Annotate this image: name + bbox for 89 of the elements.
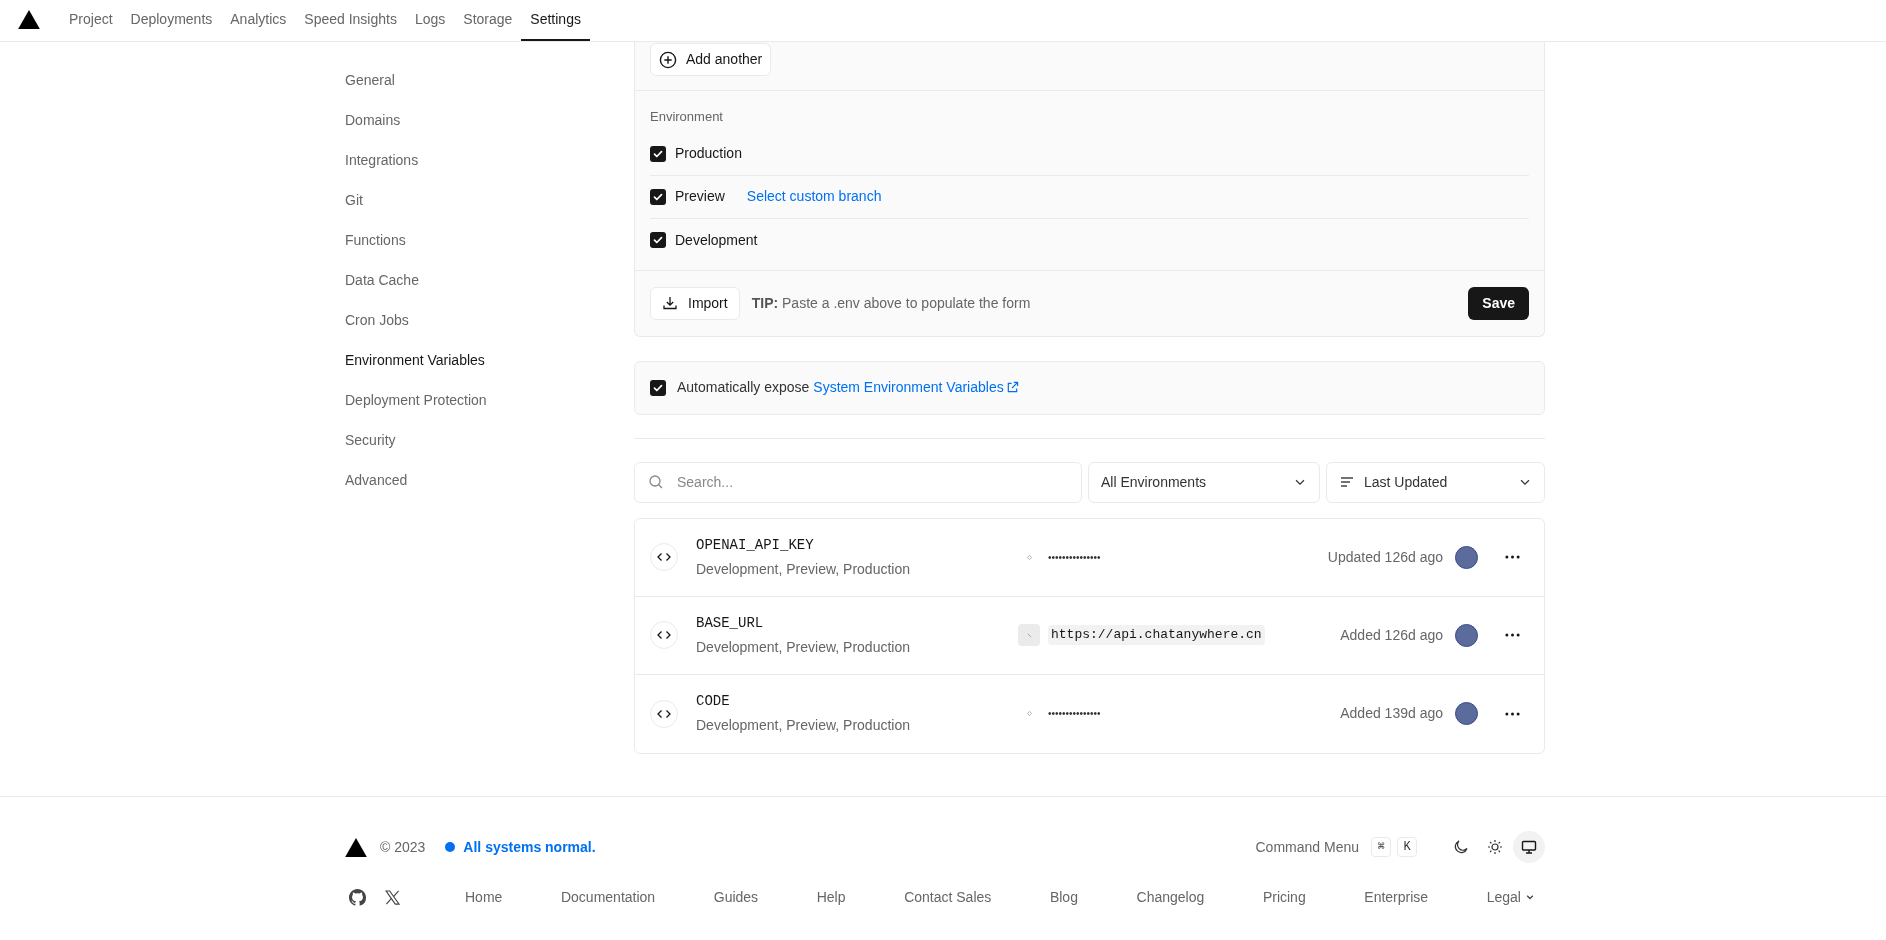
variable-name: BASE_URL bbox=[696, 613, 765, 633]
nav-tab[interactable]: Project bbox=[60, 0, 122, 41]
footer-link[interactable]: Contact Sales bbox=[904, 886, 992, 908]
variable-value: https://api.chatanywhere.cn bbox=[1048, 625, 1265, 645]
save-button[interactable]: Save bbox=[1468, 286, 1529, 320]
sidebar-item[interactable]: Security bbox=[345, 429, 396, 451]
checkbox[interactable] bbox=[650, 232, 666, 248]
slash-icon bbox=[1026, 632, 1032, 638]
checkbox-label: Development bbox=[675, 230, 758, 250]
sort-lines-icon bbox=[1339, 474, 1355, 490]
footer-link[interactable]: Blog bbox=[1049, 886, 1078, 908]
footer-link[interactable]: Home bbox=[465, 886, 503, 908]
environment-dropdown[interactable]: All Environments bbox=[1088, 461, 1320, 503]
sidebar-item[interactable]: General bbox=[345, 69, 395, 91]
key-cap: ⌘ bbox=[1371, 837, 1391, 857]
sidebar-item[interactable]: Cron Jobs bbox=[345, 309, 409, 331]
ellipsis-icon bbox=[1504, 633, 1520, 637]
footer-link[interactable]: Documentation bbox=[560, 886, 656, 908]
variable-environments: Development, Preview, Production bbox=[696, 637, 911, 657]
search-field[interactable]: Search... bbox=[634, 461, 1082, 503]
logo-icon[interactable] bbox=[18, 10, 40, 29]
nav-tab[interactable]: Speed Insights bbox=[295, 0, 406, 41]
nav-tab[interactable]: Deployments bbox=[121, 0, 222, 41]
plus-circle-icon bbox=[659, 50, 677, 69]
sidebar-item[interactable]: Integrations bbox=[345, 149, 419, 171]
variable-environments: Development, Preview, Production bbox=[696, 559, 911, 579]
code-brackets-icon bbox=[650, 699, 678, 728]
sidebar-item[interactable]: Advanced bbox=[345, 469, 408, 491]
system-env-link[interactable]: System Environment Variables bbox=[813, 377, 1019, 398]
variable-name: OPENAI_API_KEY bbox=[696, 535, 815, 555]
updated-time: Added 126d ago bbox=[1340, 625, 1443, 645]
github-icon[interactable] bbox=[349, 888, 366, 906]
ellipsis-icon bbox=[1504, 711, 1520, 716]
import-button[interactable]: Import bbox=[650, 286, 740, 320]
sidebar-item[interactable]: Functions bbox=[345, 229, 406, 251]
footer-link[interactable]: Enterprise bbox=[1364, 886, 1429, 908]
sidebar-item[interactable]: Deployment Protection bbox=[345, 389, 487, 411]
code-brackets-icon bbox=[650, 543, 678, 571]
sidebar-item[interactable]: Git bbox=[345, 189, 363, 211]
avatar bbox=[1455, 623, 1478, 647]
masked-value: ••••••••••••••• bbox=[1048, 707, 1101, 721]
x-logo-icon[interactable] bbox=[385, 889, 400, 905]
nav-tab[interactable]: Storage bbox=[454, 0, 522, 41]
diamond-icon bbox=[1026, 711, 1032, 716]
checkbox-label: Automatically expose bbox=[677, 378, 810, 397]
key-cap: K bbox=[1397, 837, 1417, 857]
nav-tab[interactable]: Analytics bbox=[221, 0, 296, 41]
external-link-icon bbox=[1005, 381, 1019, 394]
monitor-icon bbox=[1521, 839, 1537, 855]
footer-link[interactable]: Pricing bbox=[1262, 886, 1306, 908]
avatar bbox=[1455, 545, 1478, 569]
variable-name: CODE bbox=[696, 692, 731, 711]
nav-tab[interactable]: Logs bbox=[405, 0, 455, 41]
ellipsis-icon bbox=[1504, 555, 1520, 559]
download-icon bbox=[662, 295, 678, 311]
checkbox-label: Production bbox=[675, 144, 742, 163]
updated-time: Updated 126d ago bbox=[1327, 547, 1443, 567]
legal-dropdown[interactable]: Legal bbox=[1486, 886, 1535, 908]
add-another-button[interactable]: Add another bbox=[650, 43, 772, 76]
section-label: Environment bbox=[650, 108, 724, 126]
custom-branch-link[interactable]: Select custom branch bbox=[746, 186, 882, 207]
sidebar-item[interactable]: Data Cache bbox=[345, 269, 419, 291]
nav-tab[interactable]: Settings bbox=[521, 0, 590, 41]
checkbox-label: Preview bbox=[675, 187, 725, 206]
logo-icon[interactable] bbox=[345, 837, 367, 857]
sort-dropdown[interactable]: Last Updated bbox=[1326, 461, 1545, 503]
sidebar-item[interactable]: Domains bbox=[345, 109, 401, 131]
diamond-icon bbox=[1026, 554, 1032, 560]
tip-text: TIP: Paste a .env above to populate the form bbox=[751, 293, 1031, 313]
checkbox[interactable] bbox=[650, 188, 666, 205]
sidebar-item[interactable]: Environment Variables bbox=[345, 349, 485, 371]
moon-icon bbox=[1453, 839, 1469, 855]
command-menu-button[interactable]: Command Menu ⌘ K bbox=[1255, 836, 1417, 858]
variable-environments: Development, Preview, Production bbox=[696, 716, 911, 735]
footer-link[interactable]: Guides bbox=[713, 886, 759, 908]
sun-icon bbox=[1487, 839, 1503, 855]
checkbox[interactable] bbox=[650, 379, 666, 396]
search-icon bbox=[648, 473, 664, 490]
avatar bbox=[1455, 702, 1478, 725]
theme-button[interactable] bbox=[1513, 831, 1545, 863]
footer-link[interactable]: Help bbox=[816, 886, 846, 908]
updated-time: Added 139d ago bbox=[1340, 704, 1443, 723]
checkbox[interactable] bbox=[650, 145, 666, 162]
code-brackets-icon bbox=[650, 621, 678, 649]
masked-value: ••••••••••••••• bbox=[1048, 550, 1101, 565]
footer-link[interactable]: Changelog bbox=[1136, 886, 1205, 908]
status-link[interactable]: All systems normal. bbox=[445, 836, 596, 858]
chevron-down-icon bbox=[1525, 892, 1535, 902]
copyright-text: © 2023 bbox=[380, 837, 426, 857]
